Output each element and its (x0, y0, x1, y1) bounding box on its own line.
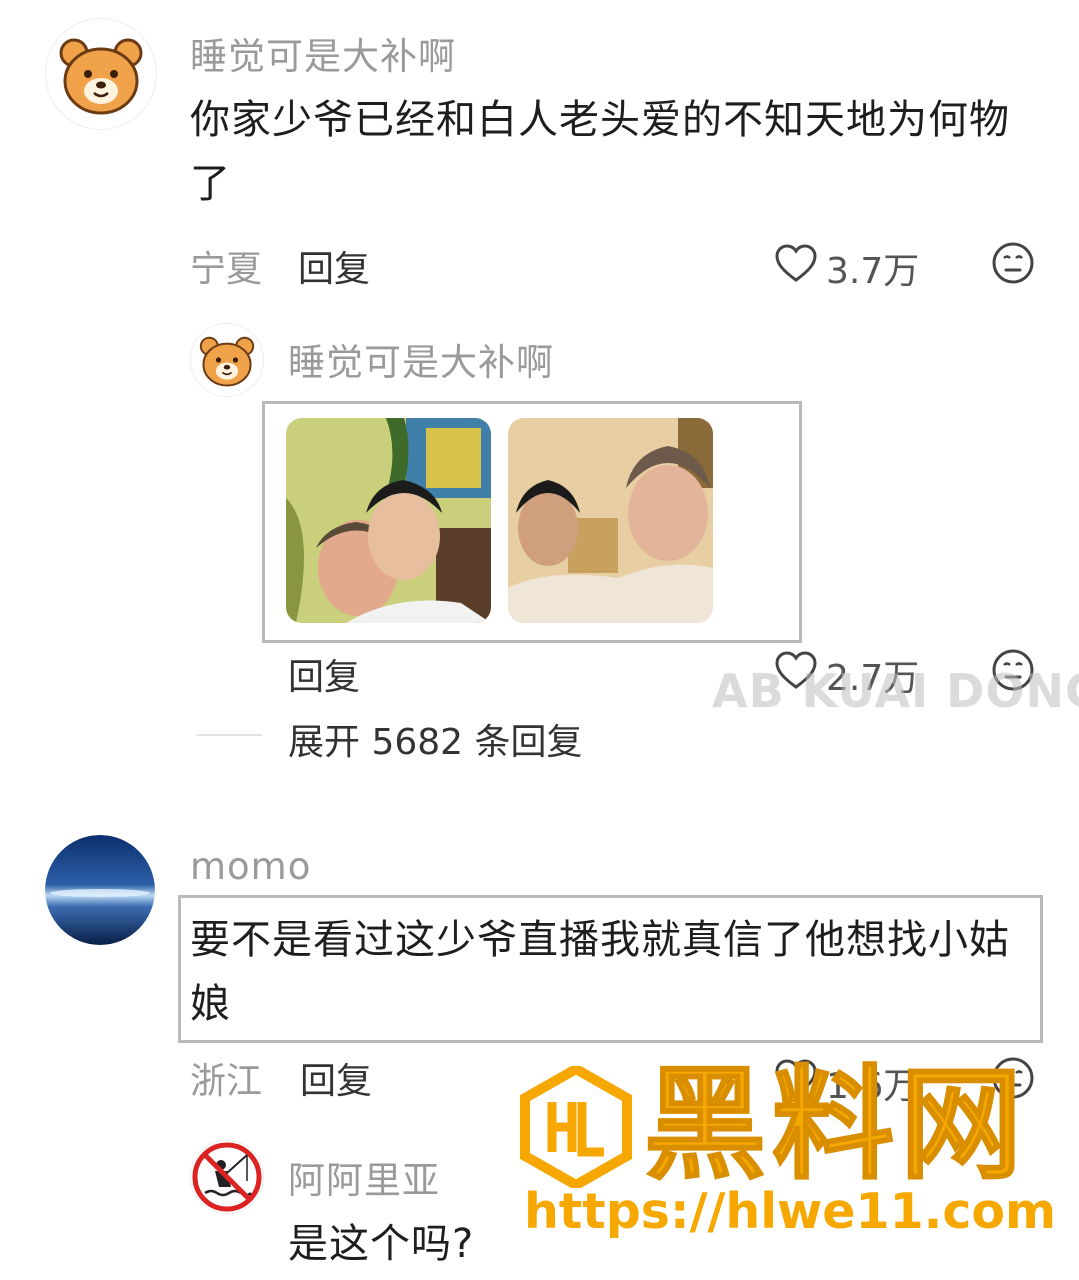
divider-line (196, 734, 262, 736)
reply-button[interactable]: 回复 (300, 1052, 372, 1104)
location-label: 浙江 (190, 1061, 263, 1102)
sky-horizon-avatar (45, 835, 155, 945)
location-label: 宁夏 (190, 249, 263, 290)
avatar[interactable] (190, 323, 264, 397)
username[interactable]: 阿阿里亚 (288, 1150, 440, 1204)
bear-face-icon (199, 336, 255, 387)
reply-button[interactable]: 回复 (288, 648, 360, 700)
expand-replies-button[interactable]: 展开 5682 条回复 (288, 713, 583, 765)
photo-thumbnail[interactable] (508, 418, 713, 623)
username[interactable]: 睡觉可是大补啊 (190, 26, 456, 80)
comment-text: 你家少爷已经和白人老头爱的不知天地为何物了 (190, 97, 1010, 207)
avatar[interactable] (190, 1140, 264, 1214)
dislike-face-icon[interactable] (991, 241, 1035, 285)
avatar[interactable] (45, 18, 157, 130)
like-count: 3.7万 (826, 251, 920, 292)
reply-button[interactable]: 回复 (298, 240, 370, 292)
comment-text: 要不是看过这少爷直播我就真信了他想找小姑娘 (190, 917, 1010, 1027)
username[interactable]: momo (190, 845, 311, 888)
watermark-brand: 黑料网 (643, 1054, 1028, 1196)
bear-face-icon (59, 38, 143, 115)
watermark-logo-icon (520, 1066, 632, 1188)
comment-text: 是这个吗? (288, 1221, 475, 1267)
avatar[interactable] (45, 835, 155, 945)
heart-icon[interactable] (774, 243, 818, 283)
watermark-url: https://hlwe11.com (524, 1183, 1057, 1240)
no-fishing-sign-icon (192, 1142, 262, 1212)
photo-thumbnail[interactable] (286, 418, 491, 623)
username[interactable]: 睡觉可是大补啊 (288, 332, 554, 386)
watermark-text: AB KUAI DONG (712, 664, 1079, 718)
